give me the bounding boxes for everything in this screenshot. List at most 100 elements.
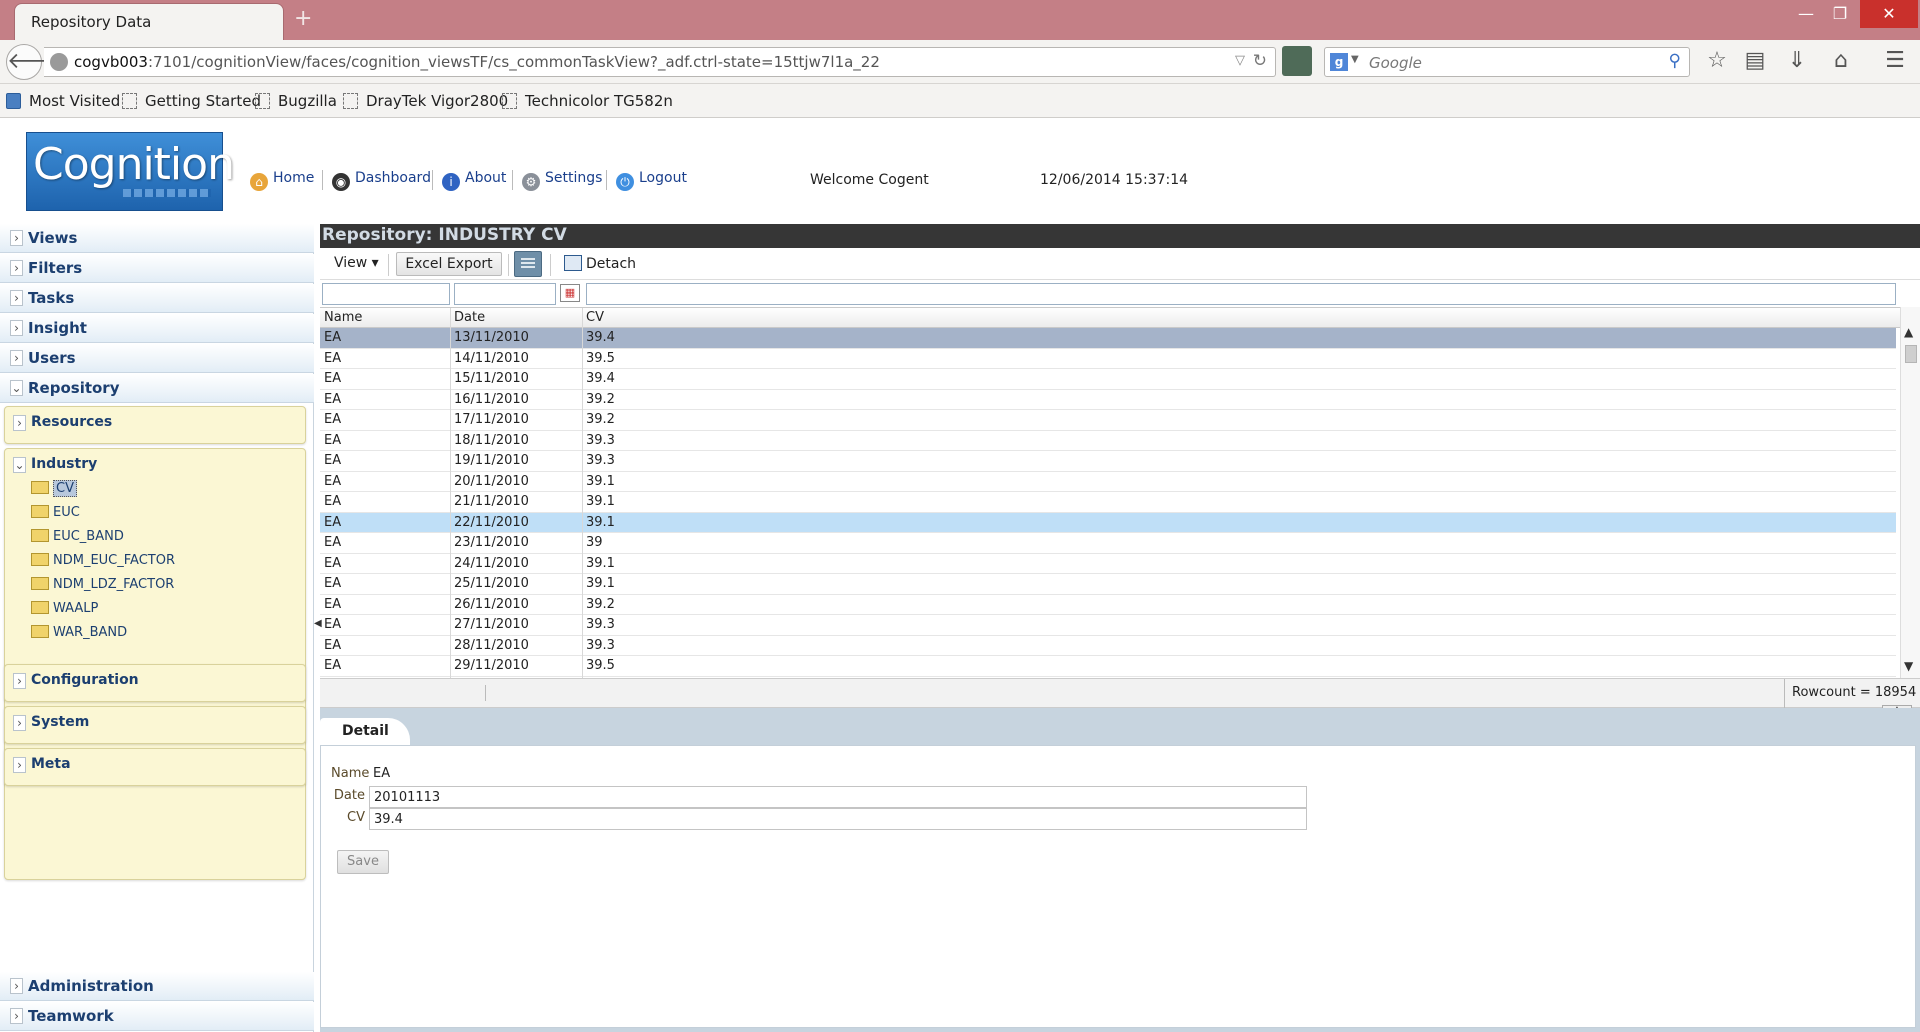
table-scrollbar[interactable]: ▲ ▼ [1900, 307, 1920, 678]
detail-cv-input[interactable] [369, 808, 1307, 830]
download-icon[interactable]: ⇓ [1782, 48, 1812, 73]
table-row[interactable]: EA 29/11/2010 39.5 [320, 656, 1896, 677]
rowcount-label: Rowcount = 18954 [1792, 685, 1917, 700]
page-title: Repository: INDUSTRY CV [320, 224, 1920, 248]
nav-section-administration[interactable]: › Administration [0, 972, 314, 1001]
table-row[interactable]: EA 17/11/2010 39.2 [320, 410, 1896, 431]
search-icon[interactable]: ⚲ [1669, 51, 1681, 71]
table-row[interactable]: EA 15/11/2010 39.4 [320, 369, 1896, 390]
reload-icon[interactable]: ↻ [1253, 51, 1267, 71]
bookmark-star-icon[interactable]: ☆ [1702, 48, 1732, 73]
nav-home[interactable]: ⌂ Home [250, 170, 314, 191]
detail-area: Detail Name EA Date CV Save [320, 708, 1920, 1032]
nav-section-insight[interactable]: › Insight [0, 314, 314, 343]
folder-war-band[interactable]: WAR_BAND [31, 625, 127, 640]
nav-section-tasks[interactable]: › Tasks [0, 284, 314, 313]
bookmark-getting-started[interactable]: Getting Started [122, 92, 261, 110]
new-tab-button[interactable]: + [294, 6, 312, 31]
menu-icon[interactable]: ☰ [1880, 48, 1910, 73]
nav-section-teamwork[interactable]: › Teamwork [0, 1002, 314, 1031]
scroll-down-icon[interactable]: ▼ [1904, 659, 1913, 673]
nav-section-repository[interactable]: ⌄ Repository [0, 374, 314, 403]
nav-section-filters[interactable]: › Filters [0, 254, 314, 283]
folder-euc-band[interactable]: EUC_BAND [31, 529, 124, 544]
freeze-columns-icon[interactable] [514, 251, 542, 277]
folder-waalp[interactable]: WAALP [31, 601, 98, 616]
bookmark-bugzilla[interactable]: Bugzilla [255, 92, 337, 110]
cell-name: EA [324, 350, 342, 366]
detach-button[interactable]: Detach [564, 255, 636, 272]
folder-ndm-ldz-factor[interactable]: NDM_LDZ_FACTOR [31, 577, 174, 592]
browser-titlebar: Repository Data + — ❐ ✕ [0, 0, 1920, 41]
table-row[interactable]: EA 27/11/2010 39.3 [320, 615, 1896, 636]
nav-dashboard[interactable]: ◉ Dashboard [332, 170, 431, 191]
table-row[interactable]: EA 23/11/2010 39 [320, 533, 1896, 554]
home-icon[interactable]: ⌂ [1826, 48, 1856, 73]
view-menu[interactable]: View ▾ [334, 255, 379, 271]
column-header-cv[interactable]: CV [586, 310, 604, 325]
maximize-icon[interactable]: ❐ [1820, 0, 1860, 28]
table-row[interactable]: EA 22/11/2010 39.1 [320, 512, 1896, 533]
search-engine-dropdown-icon[interactable]: ▼ [1351, 54, 1359, 65]
url-bar[interactable]: cogvb003:7101/cognitionView/faces/cognit… [44, 47, 1276, 77]
table-row[interactable]: EA 26/11/2010 39.2 [320, 595, 1896, 615]
table-row[interactable]: EA 19/11/2010 39.3 [320, 451, 1896, 472]
table-row[interactable]: EA 18/11/2010 39.3 [320, 431, 1896, 451]
folder-icon [31, 553, 49, 566]
dashboard-icon: ◉ [332, 173, 350, 191]
calendar-icon[interactable]: ▦ [560, 284, 580, 302]
extension-icon[interactable] [1282, 46, 1312, 76]
nav-section-users[interactable]: › Users [0, 344, 314, 373]
filter-name-input[interactable] [322, 283, 450, 305]
tab-detail[interactable]: Detail [320, 718, 410, 745]
table-row[interactable]: EA 20/11/2010 39.1 [320, 472, 1896, 492]
table-row[interactable]: EA 13/11/2010 39.4 [320, 328, 1896, 349]
url-dropdown-icon[interactable]: ▽ [1235, 53, 1245, 68]
column-header-date[interactable]: Date [454, 310, 485, 325]
cell-cv: 39.5 [586, 658, 615, 673]
subsection-meta[interactable]: › Meta [4, 748, 306, 786]
column-header-name[interactable]: Name [324, 310, 362, 325]
reading-list-icon[interactable]: ▤ [1740, 48, 1770, 73]
cell-cv: 39.4 [586, 330, 615, 345]
tab-title: Repository Data [31, 13, 152, 31]
back-button[interactable]: 🡐 [6, 44, 66, 80]
cell-cv: 39.4 [586, 371, 615, 386]
nav-logout[interactable]: ⏻ Logout [616, 170, 687, 191]
excel-export-button[interactable]: Excel Export [396, 252, 502, 276]
detail-date-input[interactable] [369, 786, 1307, 808]
search-bar[interactable]: g ▼ Google ⚲ [1324, 47, 1690, 77]
table-row[interactable]: EA 28/11/2010 39.3 [320, 636, 1896, 656]
filter-cv-input[interactable] [586, 283, 1896, 305]
browser-tab[interactable]: Repository Data [14, 3, 284, 41]
folder-ndm-euc-factor[interactable]: NDM_EUC_FACTOR [31, 553, 175, 568]
cell-cv: 39.3 [586, 453, 615, 468]
url-text: cogvb003:7101/cognitionView/faces/cognit… [74, 53, 880, 71]
close-icon[interactable]: ✕ [1860, 0, 1918, 28]
cell-date: 17/11/2010 [454, 412, 529, 427]
folder-cv[interactable]: CV [31, 480, 77, 497]
bookmark-technicolor[interactable]: Technicolor TG582n [502, 92, 673, 110]
bookmark-most-visited[interactable]: Most Visited [6, 92, 120, 110]
nav-settings[interactable]: ⚙ Settings [522, 170, 602, 191]
save-button[interactable]: Save [337, 850, 389, 874]
search-engine-icon[interactable]: g [1330, 53, 1348, 71]
scroll-up-icon[interactable]: ▲ [1904, 325, 1913, 339]
detail-name-label: Name [331, 766, 370, 781]
subsection-system[interactable]: › System [4, 706, 306, 744]
table-row[interactable]: EA 16/11/2010 39.2 [320, 390, 1896, 410]
filter-date-input[interactable] [454, 283, 556, 305]
nav-about[interactable]: i About [442, 170, 506, 191]
table-row[interactable]: EA 21/11/2010 39.1 [320, 492, 1896, 513]
nav-section-views[interactable]: › Views [0, 224, 314, 253]
subsection-configuration[interactable]: › Configuration [4, 664, 306, 702]
folder-euc[interactable]: EUC [31, 505, 80, 520]
subsection-resources[interactable]: › Resources [4, 406, 306, 444]
scroll-thumb[interactable] [1905, 345, 1917, 363]
table-row[interactable]: EA 14/11/2010 39.5 [320, 349, 1896, 369]
subsection-industry-header[interactable]: ⌄ Industry [5, 449, 305, 483]
cell-cv: 39.1 [586, 514, 615, 530]
table-row[interactable]: EA 25/11/2010 39.1 [320, 574, 1896, 595]
table-row[interactable]: EA 24/11/2010 39.1 [320, 554, 1896, 574]
bookmark-draytek[interactable]: DrayTek Vigor2800 [343, 92, 508, 110]
